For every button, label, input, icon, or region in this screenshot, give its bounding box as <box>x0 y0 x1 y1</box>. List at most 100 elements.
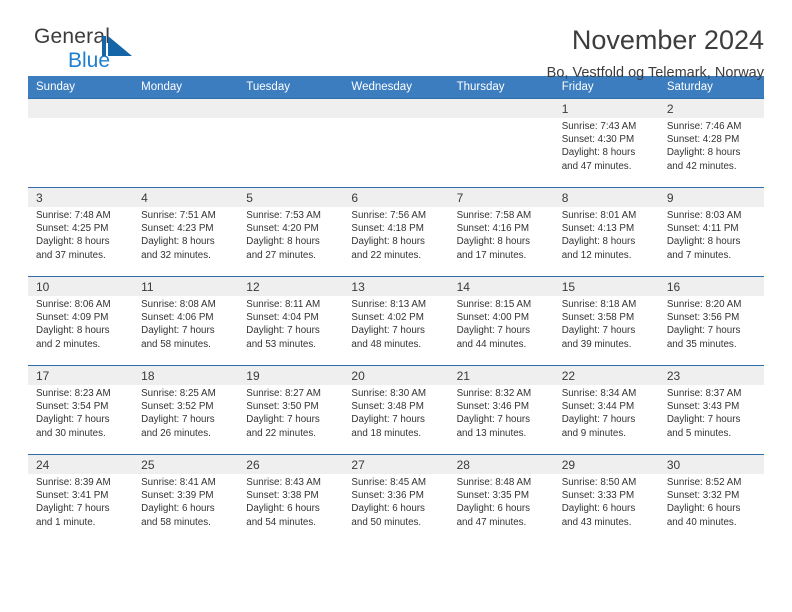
calendar-day-cell[interactable]: 2 Sunrise: 7:46 AM Sunset: 4:28 PM Daylight… <box>658 98 764 188</box>
day-details: Sunrise: 8:01 AM Sunset: 4:13 PM Daylight:… <box>554 207 659 262</box>
daylight-text-cont: and 17 minutes. <box>456 249 527 261</box>
sunset-text: Sunset: 4:28 PM <box>666 134 740 146</box>
sunrise-text: Sunrise: 8:50 AM <box>561 477 637 488</box>
day-number: 9 <box>658 188 764 207</box>
daylight-text: Daylight: 7 hours <box>561 325 636 337</box>
calendar-day-cell[interactable]: 14 Sunrise: 8:15 AM Sunset: 4:00 PM Dayligh… <box>448 276 554 366</box>
calendar-day-cell[interactable]: 5 Sunrise: 7:53 AM Sunset: 4:20 PM Daylight… <box>238 187 344 277</box>
day-number: 5 <box>238 188 344 207</box>
calendar-day-cell[interactable]: 26 Sunrise: 8:43 AM Sunset: 3:38 PM Dayligh… <box>238 454 344 544</box>
calendar-day-cell[interactable]: 11 Sunrise: 8:08 AM Sunset: 4:06 PM Dayligh… <box>133 276 239 366</box>
sunrise-text: Sunrise: 8:43 AM <box>246 477 321 488</box>
daylight-text: Daylight: 8 hours <box>141 236 215 248</box>
calendar-day-cell[interactable]: 1 Sunrise: 7:43 AM Sunset: 4:30 PM Daylight… <box>553 98 659 188</box>
day-details: Sunrise: 8:03 AM Sunset: 4:11 PM Daylight:… <box>659 207 764 262</box>
daylight-text-cont: and 7 minutes. <box>666 249 732 261</box>
day-number: 21 <box>448 366 554 385</box>
day-details: Sunrise: 8:43 AM Sunset: 3:38 PM Daylight:… <box>238 474 343 529</box>
day-details: Sunrise: 7:48 AM Sunset: 4:25 PM Daylight:… <box>28 207 133 262</box>
calendar-day-cell[interactable]: 18 Sunrise: 8:25 AM Sunset: 3:52 PM Dayligh… <box>133 365 239 455</box>
calendar-day-cell[interactable]: 12 Sunrise: 8:11 AM Sunset: 4:04 PM Dayligh… <box>238 276 344 366</box>
sunset-text: Sunset: 4:23 PM <box>141 223 214 235</box>
sunrise-text: Sunrise: 7:53 AM <box>246 210 321 221</box>
calendar-empty-cell <box>28 98 134 188</box>
calendar-day-cell[interactable]: 20 Sunrise: 8:30 AM Sunset: 3:48 PM Dayligh… <box>343 365 449 455</box>
daylight-text-cont: and 35 minutes. <box>666 338 737 350</box>
sunset-text: Sunset: 3:44 PM <box>561 401 635 413</box>
calendar-day-cell[interactable]: 15 Sunrise: 8:18 AM Sunset: 3:58 PM Dayligh… <box>553 276 659 366</box>
calendar-day-cell[interactable]: 3 Sunrise: 7:48 AM Sunset: 4:25 PM Daylight… <box>28 187 134 277</box>
sunrise-text: Sunrise: 7:46 AM <box>666 121 742 132</box>
day-cell-body: 20 Sunrise: 8:30 AM Sunset: 3:48 PM Dayligh… <box>343 366 449 454</box>
calendar-day-cell[interactable]: 9 Sunrise: 8:03 AM Sunset: 4:11 PM Daylight… <box>658 187 764 277</box>
calendar-day-cell[interactable]: 29 Sunrise: 8:50 AM Sunset: 3:33 PM Dayligh… <box>553 454 659 544</box>
daylight-text: Daylight: 7 hours <box>246 325 320 337</box>
daylight-text: Daylight: 6 hours <box>351 503 425 515</box>
calendar-day-cell[interactable]: 30 Sunrise: 8:52 AM Sunset: 3:32 PM Dayligh… <box>658 454 764 544</box>
brand-logo[interactable]: General Blue <box>28 26 174 82</box>
calendar-day-cell[interactable]: 17 Sunrise: 8:23 AM Sunset: 3:54 PM Dayligh… <box>28 365 134 455</box>
calendar-day-cell[interactable]: 6 Sunrise: 7:56 AM Sunset: 4:18 PM Daylight… <box>343 187 449 277</box>
calendar-day-cell[interactable]: 10 Sunrise: 8:06 AM Sunset: 4:09 PM Dayligh… <box>28 276 134 366</box>
calendar-day-cell[interactable]: 22 Sunrise: 8:34 AM Sunset: 3:44 PM Dayligh… <box>553 365 659 455</box>
calendar-day-cell[interactable]: 25 Sunrise: 8:41 AM Sunset: 3:39 PM Dayligh… <box>133 454 239 544</box>
daylight-text-cont: and 58 minutes. <box>141 516 211 528</box>
day-cell-body: 19 Sunrise: 8:27 AM Sunset: 3:50 PM Dayligh… <box>238 366 344 454</box>
daylight-text-cont: and 26 minutes. <box>141 427 211 439</box>
day-number: 10 <box>28 277 134 296</box>
daylight-text-cont: and 12 minutes. <box>561 249 632 261</box>
day-cell-body: 10 Sunrise: 8:06 AM Sunset: 4:09 PM Dayligh… <box>28 277 134 365</box>
sunset-text: Sunset: 4:20 PM <box>246 223 319 235</box>
sunrise-text: Sunrise: 7:56 AM <box>351 210 427 221</box>
calendar-day-cell[interactable]: 4 Sunrise: 7:51 AM Sunset: 4:23 PM Daylight… <box>133 187 239 277</box>
day-details: Sunrise: 7:46 AM Sunset: 4:28 PM Daylight:… <box>659 118 764 173</box>
day-cell-body: 12 Sunrise: 8:11 AM Sunset: 4:04 PM Dayligh… <box>238 277 344 365</box>
daylight-text-cont: and 32 minutes. <box>141 249 211 261</box>
day-number: 26 <box>238 455 344 474</box>
daylight-text: Daylight: 7 hours <box>36 503 110 515</box>
day-details: Sunrise: 8:20 AM Sunset: 3:56 PM Daylight:… <box>659 296 764 351</box>
day-details: Sunrise: 8:08 AM Sunset: 4:06 PM Daylight:… <box>133 296 238 351</box>
day-details: Sunrise: 8:32 AM Sunset: 3:46 PM Daylight:… <box>449 385 554 440</box>
daylight-text-cont: and 2 minutes. <box>36 338 101 350</box>
calendar-day-cell[interactable]: 13 Sunrise: 8:13 AM Sunset: 4:02 PM Dayligh… <box>343 276 449 366</box>
calendar-day-cell[interactable]: 8 Sunrise: 8:01 AM Sunset: 4:13 PM Daylight… <box>553 187 659 277</box>
sunset-text: Sunset: 4:30 PM <box>561 134 635 146</box>
day-cell-body: 27 Sunrise: 8:45 AM Sunset: 3:36 PM Dayligh… <box>343 455 449 543</box>
daylight-text-cont: and 22 minutes. <box>246 427 316 439</box>
day-details: Sunrise: 8:25 AM Sunset: 3:52 PM Daylight:… <box>133 385 238 440</box>
calendar-day-cell[interactable]: 19 Sunrise: 8:27 AM Sunset: 3:50 PM Dayligh… <box>238 365 344 455</box>
day-number: 20 <box>343 366 449 385</box>
daylight-text-cont: and 37 minutes. <box>36 249 106 261</box>
day-cell-body: 24 Sunrise: 8:39 AM Sunset: 3:41 PM Dayligh… <box>28 455 134 543</box>
sunrise-text: Sunrise: 8:32 AM <box>456 388 532 399</box>
sunset-text: Sunset: 3:58 PM <box>561 312 635 324</box>
calendar-day-cell[interactable]: 28 Sunrise: 8:48 AM Sunset: 3:35 PM Dayligh… <box>448 454 554 544</box>
calendar-empty-cell <box>133 98 239 188</box>
calendar-day-cell[interactable]: 27 Sunrise: 8:45 AM Sunset: 3:36 PM Dayligh… <box>343 454 449 544</box>
daylight-text-cont: and 30 minutes. <box>36 427 106 439</box>
day-number: 3 <box>28 188 134 207</box>
day-number: 24 <box>28 455 134 474</box>
sunrise-text: Sunrise: 7:43 AM <box>561 121 637 132</box>
weekday-header-wednesday: Wednesday <box>343 76 449 99</box>
sunrise-text: Sunrise: 8:52 AM <box>666 477 742 488</box>
calendar-day-cell[interactable]: 21 Sunrise: 8:32 AM Sunset: 3:46 PM Dayligh… <box>448 365 554 455</box>
day-number: 22 <box>553 366 659 385</box>
sunset-text: Sunset: 4:13 PM <box>561 223 635 235</box>
sunset-text: Sunset: 3:54 PM <box>36 401 109 413</box>
day-number: 30 <box>658 455 764 474</box>
calendar-day-cell[interactable]: 7 Sunrise: 7:58 AM Sunset: 4:16 PM Daylight… <box>448 187 554 277</box>
sunset-text: Sunset: 3:56 PM <box>666 312 740 324</box>
calendar-empty-cell <box>448 98 554 188</box>
calendar-day-cell[interactable]: 23 Sunrise: 8:37 AM Sunset: 3:43 PM Dayligh… <box>658 365 764 455</box>
day-details: Sunrise: 8:06 AM Sunset: 4:09 PM Daylight:… <box>28 296 133 351</box>
day-number: 2 <box>658 99 764 118</box>
daylight-text-cont: and 47 minutes. <box>456 516 527 528</box>
daylight-text-cont: and 13 minutes. <box>456 427 527 439</box>
calendar-day-cell[interactable]: 16 Sunrise: 8:20 AM Sunset: 3:56 PM Dayligh… <box>658 276 764 366</box>
daylight-text-cont: and 43 minutes. <box>561 516 632 528</box>
day-cell-body: 30 Sunrise: 8:52 AM Sunset: 3:32 PM Dayligh… <box>658 455 764 543</box>
calendar-day-cell[interactable]: 24 Sunrise: 8:39 AM Sunset: 3:41 PM Dayligh… <box>28 454 134 544</box>
sunset-text: Sunset: 4:09 PM <box>36 312 109 324</box>
